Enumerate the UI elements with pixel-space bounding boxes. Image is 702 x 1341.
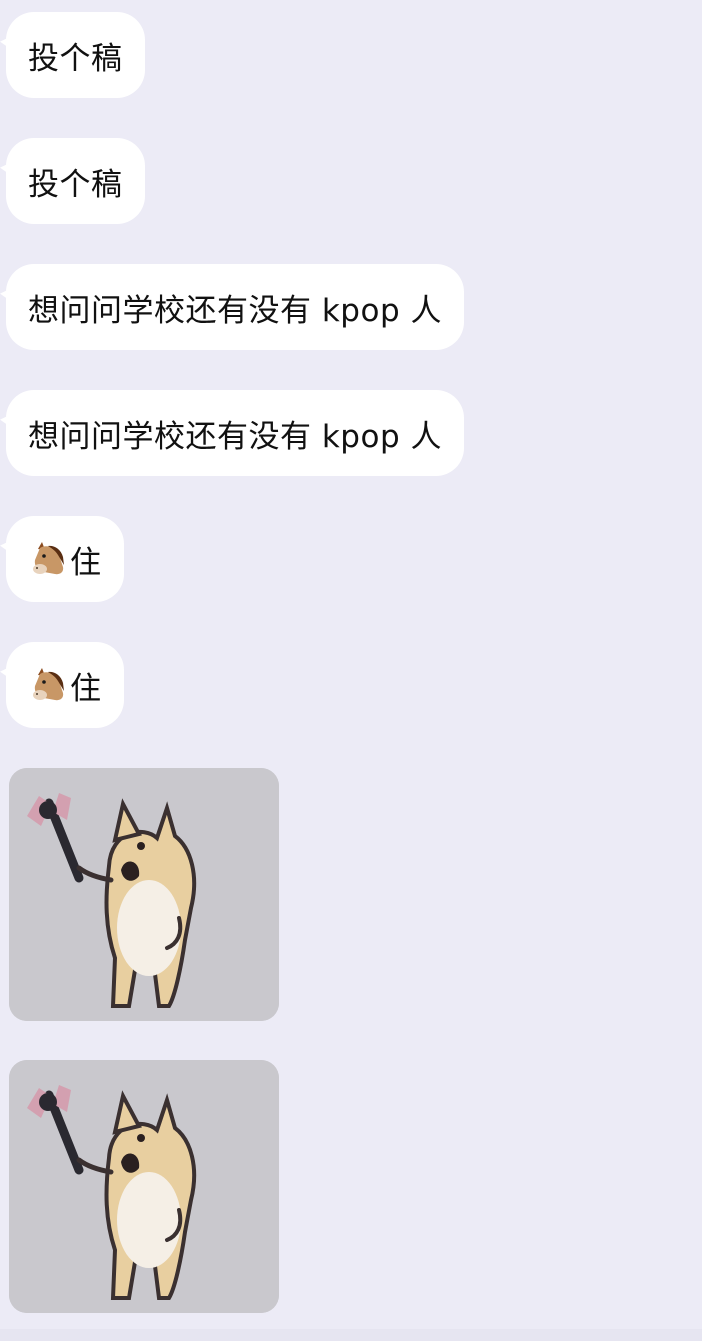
bubble-tail [0,666,12,680]
bubble-tail [0,414,12,428]
horse-face-icon [28,539,68,579]
bottom-bar [0,1329,702,1341]
horse-face-icon [28,665,68,705]
message-text: 住 [70,544,102,581]
chat-message-list[interactable]: 投个稿 投个稿 想问问学校还有没有 kpop 人 想问问学校还有没有 kpop … [0,0,702,1341]
message-bubble[interactable]: 想问问学校还有没有 kpop 人 [0,264,464,350]
message-text: 想问问学校还有没有 kpop 人 [28,418,442,455]
bubble-tail [0,162,12,176]
bubble-tail [0,36,12,50]
message-text: 投个稿 [28,166,123,203]
bubble-tail [0,288,12,302]
doge-holding-hammer-sticker[interactable] [9,1060,279,1313]
message-bubble[interactable]: 住 [0,516,124,602]
message-text: 想问问学校还有没有 kpop 人 [28,292,442,329]
bubble-tail [0,540,12,554]
message-bubble[interactable]: 想问问学校还有没有 kpop 人 [0,390,464,476]
message-bubble[interactable]: 投个稿 [0,12,145,98]
message-bubble[interactable]: 住 [0,642,124,728]
doge-holding-hammer-sticker[interactable] [9,768,279,1021]
message-text: 投个稿 [28,40,123,77]
message-bubble[interactable]: 投个稿 [0,138,145,224]
message-text: 住 [70,670,102,707]
